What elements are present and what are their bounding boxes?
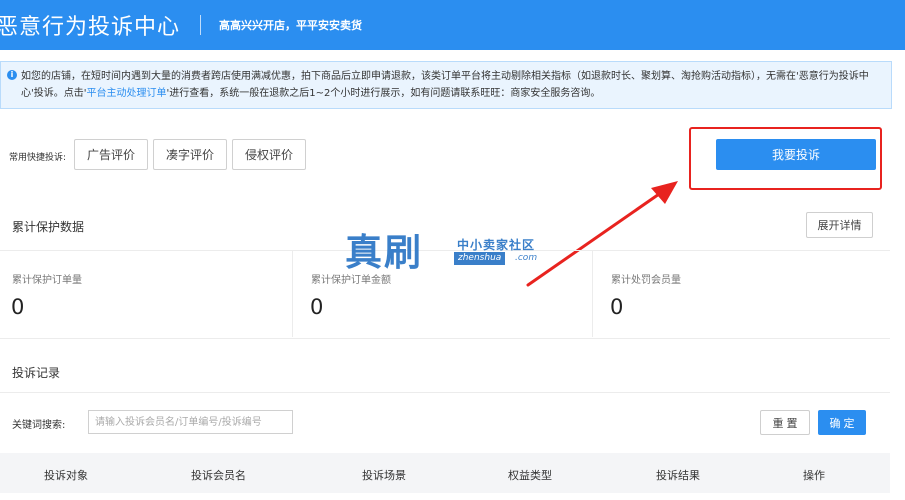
shortcut-filler-review-button[interactable]: 凑字评价 [153, 139, 227, 170]
section-divider [0, 392, 890, 393]
watermark-community-text: 中小卖家社区 [457, 238, 536, 252]
notice-text-after: '进行查看，系统一般在退款之后1~2个小时进行展示，如有问题请联系旺旺：商家安全… [166, 88, 601, 99]
column-header-result: 投诉结果 [656, 469, 700, 482]
header-slogan: 高高兴兴开店，平平安安卖货 [219, 19, 363, 32]
platform-orders-link[interactable]: 平台主动处理订单 [87, 88, 167, 99]
watermark-domain-suffix: .com [515, 253, 538, 263]
shortcut-label: 常用快捷投诉: [9, 153, 67, 163]
section-divider [0, 338, 890, 339]
file-complaint-button[interactable]: 我要投诉 [716, 139, 876, 170]
page-title: 恶意行为投诉中心 [0, 15, 181, 40]
records-table-header: 投诉对象 投诉会员名 投诉场景 权益类型 投诉结果 操作 [0, 453, 890, 493]
confirm-button[interactable]: 确 定 [818, 410, 866, 435]
watermark-main-text: 真刷 [345, 230, 423, 274]
watermark-domain: zhenshua [454, 252, 506, 265]
stat-value: 0 [610, 295, 624, 319]
records-section-title: 投诉记录 [12, 366, 61, 380]
complaint-center-page: 恶意行为投诉中心 高高兴兴开店，平平安安卖货 i 如您的店铺，在短时间内遇到大量… [0, 0, 905, 500]
stat-label: 累计保护订单量 [12, 275, 82, 286]
stat-value: 0 [11, 295, 25, 319]
stat-protected-orders: 累计保护订单量 0 [0, 251, 292, 337]
stat-label: 累计处罚会员量 [611, 275, 681, 286]
stat-divider [592, 251, 593, 337]
stat-divider [292, 251, 293, 337]
shortcut-infringement-review-button[interactable]: 侵权评价 [232, 139, 306, 170]
column-header-rights-type: 权益类型 [508, 469, 552, 482]
header-divider [200, 15, 202, 35]
watermark-logo: 真刷 中小卖家社区 zhenshua .com [345, 222, 565, 274]
reset-button[interactable]: 重 置 [760, 410, 810, 435]
stat-value: 0 [310, 295, 324, 319]
info-icon: i [7, 70, 17, 80]
column-header-member: 投诉会员名 [191, 469, 246, 482]
expand-details-button[interactable]: 展开详情 [806, 212, 873, 238]
header-bar: 恶意行为投诉中心 高高兴兴开店，平平安安卖货 [0, 0, 905, 50]
protection-section-title: 累计保护数据 [12, 220, 85, 234]
keyword-search-label: 关键词搜索: [12, 420, 66, 431]
notice-banner: i 如您的店铺，在短时间内遇到大量的消费者跨店使用满减优惠，拍下商品后立即申请退… [0, 61, 892, 109]
stat-penalized-members: 累计处罚会员量 0 [599, 251, 891, 337]
column-header-actions: 操作 [803, 469, 825, 482]
column-header-target: 投诉对象 [44, 469, 88, 482]
column-header-scenario: 投诉场景 [362, 469, 406, 482]
keyword-search-input[interactable] [88, 410, 293, 434]
shortcut-ad-review-button[interactable]: 广告评价 [74, 139, 148, 170]
